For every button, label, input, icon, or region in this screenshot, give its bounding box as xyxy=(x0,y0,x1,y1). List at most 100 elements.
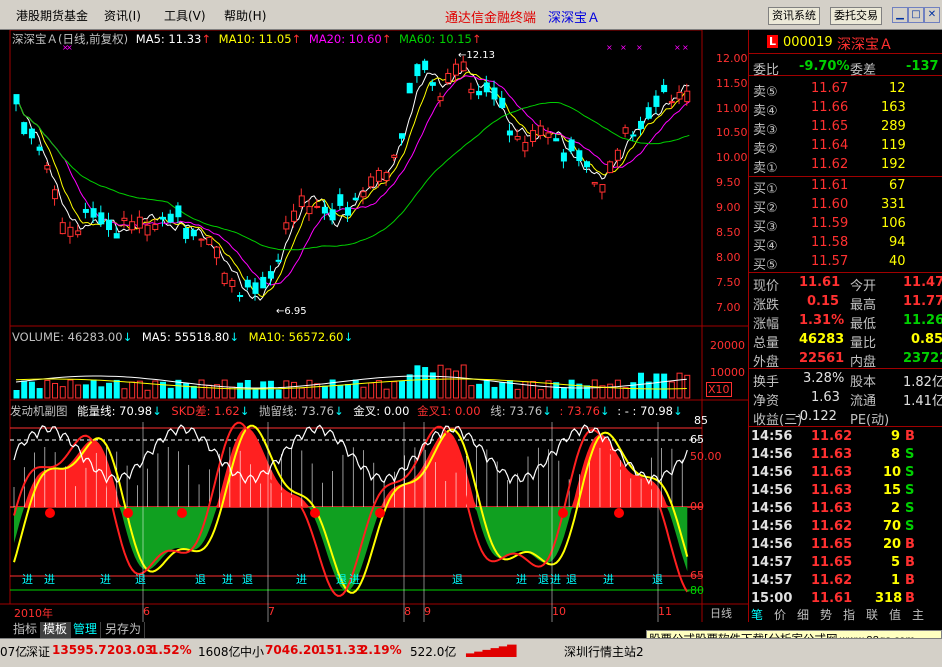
golden-cross-dot xyxy=(123,508,133,518)
status-bar: 07亿 深证 13595.7 203.03 1.52% 1608亿 中小 704… xyxy=(0,638,942,667)
tab-manage[interactable]: 管理 xyxy=(70,622,102,638)
tick-row: 14:57 11.62 1 B xyxy=(749,572,942,590)
candle-body xyxy=(90,208,97,218)
minimize-icon[interactable]: ▁ xyxy=(892,7,908,23)
volume-bar xyxy=(175,379,182,399)
period-label[interactable]: 日线 xyxy=(710,605,732,621)
quote-tab[interactable]: 主 xyxy=(912,606,924,623)
candle-body xyxy=(514,135,521,140)
buy-price: 11.60 xyxy=(811,197,849,212)
sell-price: 11.67 xyxy=(811,81,849,96)
stock-code: 000019 xyxy=(783,35,833,50)
server-station: 深圳行情主站2 xyxy=(564,645,644,659)
quote-tab[interactable]: 值 xyxy=(889,606,901,623)
volume-bar xyxy=(622,387,629,399)
candle-body xyxy=(314,205,321,208)
candle-body xyxy=(368,176,375,188)
ma-line xyxy=(15,71,690,298)
quote-tab[interactable]: 指 xyxy=(843,606,855,623)
price-header: 深深宝Ａ(日线,前复权) MA5: 11.33↑ MA10: 11.05↑ MA… xyxy=(12,31,482,47)
volume-ma5-label: MA5: 55518.80 xyxy=(141,330,230,344)
trade-button[interactable]: 委托交易 xyxy=(830,7,882,25)
tick-volume: 1 xyxy=(891,573,901,588)
kline-chart[interactable]: ×× × × × × × xyxy=(0,30,748,622)
candle-body xyxy=(244,279,251,288)
menu-tools[interactable]: 工具(V) xyxy=(164,7,206,24)
ma-line xyxy=(15,75,690,286)
volume-bar xyxy=(206,384,213,399)
price-axis-label: 9.50 xyxy=(716,176,741,189)
quote-tab[interactable]: 笔 xyxy=(751,606,763,623)
tab-indicator[interactable]: 指标 xyxy=(10,622,42,638)
golden-cross-dot xyxy=(614,508,624,518)
sell-volume: 163 xyxy=(881,100,906,115)
indicator-axis-label: 65 xyxy=(690,433,704,446)
chart-area[interactable]: × × × × × × × 深深宝Ａ(日线,前复权) MA5: 11.33↑ MA10: 1… xyxy=(0,30,748,622)
tick-price: 11.61 xyxy=(811,591,853,606)
menu-help[interactable]: 帮助(H) xyxy=(224,7,266,24)
candle-body xyxy=(661,84,668,93)
tab-save-as[interactable]: 另存为 xyxy=(102,622,146,638)
tick-volume: 5 xyxy=(891,555,901,570)
ma5-label: MA5: 11.33 xyxy=(135,32,202,46)
indicator-line3: : - : 70.98 xyxy=(617,404,673,418)
volume-bar xyxy=(437,364,444,399)
volume-bar xyxy=(28,381,35,399)
candle-body xyxy=(337,194,344,206)
candle-body xyxy=(237,295,244,298)
candle-body xyxy=(668,101,675,104)
sell-volume: 289 xyxy=(881,119,906,134)
volume-bar xyxy=(298,387,305,399)
volume-bar xyxy=(75,384,82,399)
quote-tab[interactable]: 细 xyxy=(797,606,809,623)
volume-bar xyxy=(537,389,544,399)
volume-bar xyxy=(345,384,352,399)
price-axis-label: 11.50 xyxy=(716,77,748,90)
tick-volume: 8 xyxy=(891,447,901,462)
close-icon[interactable]: ✕ xyxy=(924,7,940,23)
indicator-axis-label: -65 xyxy=(686,569,704,582)
volume-bar xyxy=(668,381,675,399)
indicator-fill xyxy=(14,427,688,591)
candle-body xyxy=(167,213,174,223)
ma5-up-arrow-icon: ↑ xyxy=(201,32,211,46)
candle-body xyxy=(291,210,298,222)
sell-row: 卖③ 11.65 289 xyxy=(749,117,942,138)
date-label: 9 xyxy=(424,605,431,618)
candle-body xyxy=(530,130,537,142)
tick-row: 14:56 11.63 15 S xyxy=(749,482,942,500)
volume-bar xyxy=(499,382,506,399)
indicator-name: 发动机副图 xyxy=(10,404,68,418)
volume-bar xyxy=(560,387,567,399)
exit-signal: 退 xyxy=(336,573,347,586)
candle-body xyxy=(52,189,59,200)
volume-bar xyxy=(13,390,20,399)
volume-bar xyxy=(291,381,298,399)
candle-body xyxy=(75,230,82,236)
enter-signal: 进 xyxy=(516,573,527,586)
tab-template[interactable]: 模板 xyxy=(40,622,72,638)
menu-info[interactable]: 资讯(I) xyxy=(104,7,141,24)
maximize-icon[interactable]: □ xyxy=(908,7,924,23)
stat-value: 11.77 xyxy=(903,294,942,309)
candle-body xyxy=(476,90,483,96)
stat-value: 11.26 xyxy=(903,313,942,328)
buy-price: 11.57 xyxy=(811,254,849,269)
price-axis-label: 9.00 xyxy=(716,201,741,214)
candle-body xyxy=(545,132,552,138)
volume-bar xyxy=(476,383,483,399)
stat-value: 1.63 xyxy=(811,390,840,405)
menu-hk-futures[interactable]: 港股期货基金 xyxy=(16,7,88,24)
candle-body xyxy=(499,97,506,109)
candle-body xyxy=(298,195,305,208)
tick-side: B xyxy=(905,555,915,570)
tick-row: 14:56 11.62 9 B xyxy=(749,428,942,446)
info-system-button[interactable]: 资讯系统 xyxy=(768,7,820,25)
volume-bar xyxy=(98,386,105,399)
volume-bar xyxy=(452,370,459,399)
quote-tab[interactable]: 联 xyxy=(866,606,878,623)
quote-tab[interactable]: 价 xyxy=(774,606,786,623)
indicator-axis-label: 50.00 xyxy=(690,450,722,463)
candle-body xyxy=(383,172,390,181)
quote-tab[interactable]: 势 xyxy=(820,606,832,623)
